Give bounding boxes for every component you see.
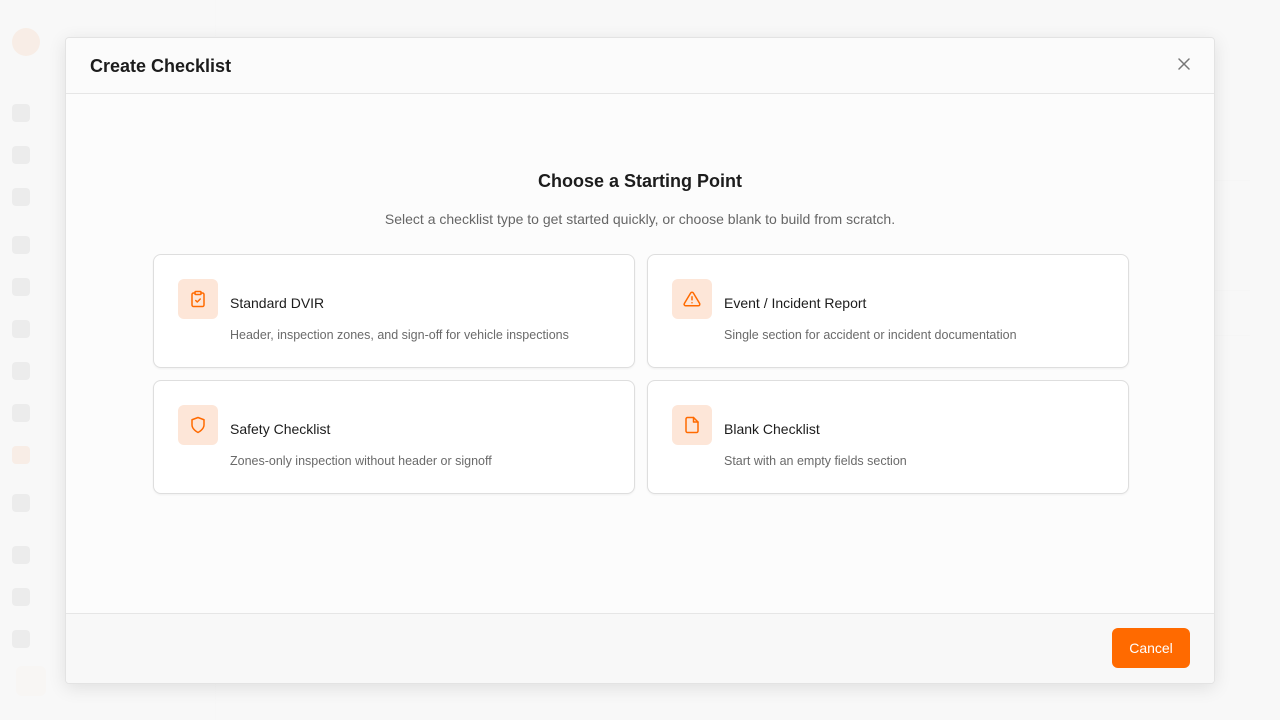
starting-point-heading: Choose a Starting Point <box>537 171 742 191</box>
warning-triangle-icon <box>683 291 701 307</box>
icon-container <box>178 279 218 319</box>
option-card-safety-checklist[interactable]: Safety Checklist Zones-only inspection w… <box>153 380 635 494</box>
option-title: Blank Checklist <box>724 421 820 437</box>
dialog-body: Choose a Starting Point Select a checkli… <box>66 94 1214 615</box>
close-button[interactable] <box>1174 54 1194 74</box>
cancel-button[interactable]: Cancel <box>1112 628 1190 668</box>
icon-container <box>672 279 712 319</box>
document-icon <box>685 416 699 434</box>
option-description: Zones-only inspection without header or … <box>230 454 492 468</box>
option-card-event-incident-report[interactable]: Event / Incident Report Single section f… <box>647 254 1129 368</box>
option-title: Safety Checklist <box>230 421 331 437</box>
clipboard-check-icon <box>191 290 205 308</box>
option-description: Header, inspection zones, and sign-off f… <box>230 328 569 342</box>
starting-point-subheading: Select a checklist type to get started q… <box>384 211 896 227</box>
dialog-header: Create Checklist <box>66 38 1214 94</box>
option-title: Standard DVIR <box>230 295 325 311</box>
icon-container <box>178 405 218 445</box>
dialog-footer: Cancel <box>66 613 1214 683</box>
option-title: Event / Incident Report <box>724 295 867 311</box>
option-description: Start with an empty fields section <box>724 454 907 468</box>
shield-icon <box>191 416 205 434</box>
close-icon <box>1178 58 1190 70</box>
option-card-blank-checklist[interactable]: Blank Checklist Start with an empty fiel… <box>647 380 1129 494</box>
option-card-standard-dvir[interactable]: Standard DVIR Header, inspection zones, … <box>153 254 635 368</box>
dialog-title: Create Checklist <box>90 56 232 76</box>
option-description: Single section for accident or incident … <box>724 328 1017 342</box>
icon-container <box>672 405 712 445</box>
create-checklist-dialog: Create Checklist Choose a Starting Point… <box>65 37 1215 684</box>
